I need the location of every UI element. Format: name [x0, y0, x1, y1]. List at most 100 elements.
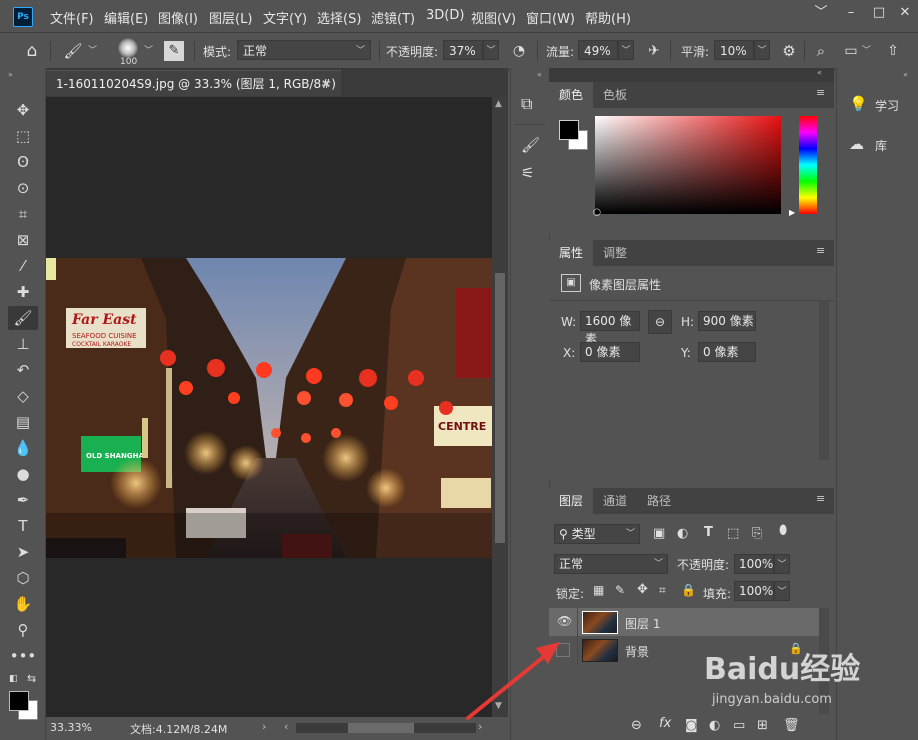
swap-colors-icon[interactable]: ⇆: [27, 672, 36, 685]
brush-settings-icon[interactable]: ✎: [164, 41, 184, 61]
chevron-down-icon[interactable]: ﹀: [774, 581, 790, 601]
mode-select[interactable]: 正常 ﹀: [237, 40, 371, 60]
history-brush-tool-icon[interactable]: ↶: [8, 358, 38, 382]
history-panel-icon[interactable]: ⧉: [521, 94, 532, 114]
tab-channels[interactable]: 通道: [593, 488, 637, 514]
menu-select[interactable]: 选择(S): [317, 8, 361, 27]
gradient-tool-icon[interactable]: ▤: [8, 410, 38, 434]
panel-menu-icon[interactable]: ≡: [816, 245, 828, 256]
crop-tool-icon[interactable]: ⌗: [8, 202, 38, 226]
healing-brush-tool-icon[interactable]: ✚: [8, 280, 38, 304]
menu-3d[interactable]: 3D(D): [426, 8, 464, 23]
foreground-color-swatch[interactable]: [9, 691, 29, 711]
menu-image[interactable]: 图像(I): [158, 8, 198, 27]
height-input[interactable]: 900 像素: [698, 311, 756, 331]
horizontal-scrollbar[interactable]: [296, 723, 476, 733]
tab-adjustments[interactable]: 调整: [593, 240, 637, 266]
expand-icon[interactable]: »: [8, 70, 13, 79]
document-tab[interactable]: 1-160110204S9.jpg @ 33.3% (图层 1, RGB/8#)…: [46, 70, 341, 117]
frame-tool-icon[interactable]: ⊠: [8, 228, 38, 252]
menu-layer[interactable]: 图层(L): [209, 8, 252, 27]
vertical-scroll-thumb[interactable]: [495, 273, 505, 543]
marquee-tool-icon[interactable]: ⬚: [8, 124, 38, 148]
chevron-down-icon[interactable]: ﹀: [483, 40, 499, 60]
color-picker-field[interactable]: [595, 116, 781, 214]
chevron-down-icon[interactable]: ﹀: [754, 40, 770, 60]
lock-transparent-icon[interactable]: ▦: [593, 583, 604, 597]
new-layer-icon[interactable]: ⊞: [757, 718, 768, 733]
lock-artboard-icon[interactable]: ⌗: [659, 583, 666, 598]
brush-preset-icon[interactable]: 🖌: [62, 40, 84, 62]
chevron-down-icon[interactable]: ﹀: [88, 43, 97, 56]
learn-panel-button[interactable]: 💡 学习: [837, 88, 918, 120]
airbrush-icon[interactable]: ✈: [643, 41, 665, 61]
filter-type-icon[interactable]: T: [704, 525, 713, 540]
move-tool-icon[interactable]: ✥: [8, 98, 38, 122]
adjustment-layer-icon[interactable]: ◐: [709, 718, 720, 733]
home-icon[interactable]: ⌂: [18, 40, 46, 62]
link-dimensions-icon[interactable]: ⊖: [648, 310, 672, 334]
filter-pixel-icon[interactable]: ▣: [653, 526, 665, 541]
type-tool-icon[interactable]: T: [8, 514, 38, 538]
link-layers-icon[interactable]: ⊖: [631, 718, 642, 733]
hue-slider-handle-icon[interactable]: ▶: [789, 208, 795, 217]
chevron-down-icon[interactable]: ﹀: [144, 43, 153, 56]
default-colors-icon[interactable]: ◧: [9, 674, 18, 684]
zoom-level[interactable]: 33.33%: [50, 721, 92, 734]
flow-input[interactable]: 49%: [578, 40, 618, 60]
eraser-tool-icon[interactable]: ◇: [8, 384, 38, 408]
panel-menu-icon[interactable]: ≡: [816, 87, 828, 98]
tab-properties[interactable]: 属性: [549, 240, 594, 266]
document-image[interactable]: Far East SEAFOOD CUISINE COCKTAIL KARAOK…: [46, 258, 492, 558]
adjust-panel-icon[interactable]: ⚟: [521, 164, 534, 182]
dodge-tool-icon[interactable]: ●: [8, 462, 38, 486]
chevron-down-icon[interactable]: ﹀: [618, 40, 634, 60]
filter-shape-icon[interactable]: ⬚: [727, 526, 739, 541]
layer-style-icon[interactable]: fx: [659, 716, 671, 731]
filter-toggle-icon[interactable]: ⬮: [779, 523, 787, 538]
menu-window[interactable]: 窗口(W): [526, 8, 575, 27]
collapse-icon[interactable]: ﹀: [808, 4, 834, 22]
quick-select-tool-icon[interactable]: ⊙: [8, 176, 38, 200]
libraries-panel-button[interactable]: ☁ 库: [837, 128, 918, 160]
horizontal-scroll-thumb[interactable]: [348, 723, 414, 733]
search-icon[interactable]: ⌕: [810, 41, 832, 61]
properties-scrollbar[interactable]: [819, 300, 829, 460]
gear-icon[interactable]: ⚙: [778, 41, 800, 61]
pen-tool-icon[interactable]: ✒: [8, 488, 38, 512]
shape-tool-icon[interactable]: ⬡: [8, 566, 38, 590]
new-group-icon[interactable]: ▭: [733, 718, 745, 733]
brush-tool-icon[interactable]: 🖌: [8, 306, 38, 330]
lasso-tool-icon[interactable]: ʘ: [8, 150, 38, 174]
filter-smart-object-icon[interactable]: ⎘: [752, 526, 762, 541]
layer-opacity-input[interactable]: 100%: [734, 554, 774, 574]
lock-all-icon[interactable]: 🔒: [681, 583, 696, 597]
menu-view[interactable]: 视图(V): [471, 8, 516, 27]
brush-settings-panel-icon[interactable]: 🖌: [521, 136, 540, 154]
filter-adjustment-icon[interactable]: ◐: [677, 526, 688, 541]
stamp-tool-icon[interactable]: ⊥: [8, 332, 38, 356]
visibility-eye-icon[interactable]: 👁: [557, 614, 572, 628]
status-menu-icon[interactable]: ›: [262, 720, 266, 733]
smooth-input[interactable]: 10%: [714, 40, 754, 60]
menu-help[interactable]: 帮助(H): [585, 8, 631, 27]
minimize-button[interactable]: –: [838, 4, 864, 22]
hand-tool-icon[interactable]: ✋: [8, 592, 38, 616]
scroll-up-icon[interactable]: ▲: [495, 99, 502, 109]
foreground-color-swatch[interactable]: [559, 120, 579, 140]
layer-filter-select[interactable]: ⚲ 类型 ﹀: [554, 524, 640, 544]
collapse-icon[interactable]: «: [817, 68, 822, 77]
workspace-icon[interactable]: ▭: [840, 41, 862, 61]
scroll-left-icon[interactable]: ‹: [284, 720, 288, 733]
collapse-icon[interactable]: «: [537, 70, 542, 79]
menu-type[interactable]: 文字(Y): [263, 8, 307, 27]
path-select-tool-icon[interactable]: ➤: [8, 540, 38, 564]
share-icon[interactable]: ⇧: [882, 41, 904, 61]
eyedropper-tool-icon[interactable]: ⁄: [8, 254, 38, 278]
pressure-opacity-icon[interactable]: ◔: [508, 41, 530, 61]
chevron-down-icon[interactable]: ﹀: [774, 554, 790, 574]
maximize-button[interactable]: □: [866, 4, 892, 22]
menu-filter[interactable]: 滤镜(T): [371, 8, 415, 27]
blend-mode-select[interactable]: 正常 ﹀: [554, 554, 668, 574]
y-input[interactable]: 0 像素: [698, 342, 756, 362]
